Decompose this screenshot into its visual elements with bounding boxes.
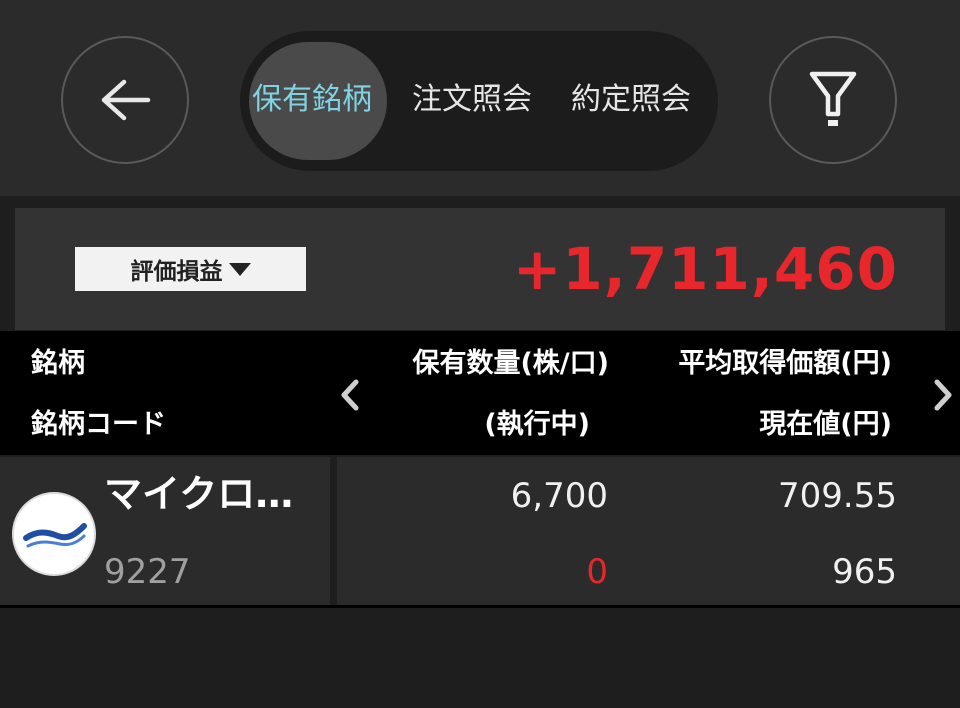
prev-columns-button[interactable]	[335, 375, 365, 415]
company-logo-icon	[12, 492, 96, 576]
arrow-left-icon	[101, 79, 151, 121]
profit-loss-value: +1,711,460	[512, 235, 898, 303]
tab-holdings[interactable]: 保有銘柄	[252, 75, 372, 125]
filter-button[interactable]	[769, 36, 897, 164]
column-header-code: 銘柄コード	[31, 409, 166, 440]
row-divider	[0, 605, 960, 608]
current-price: 965	[832, 552, 897, 592]
column-header-current-price: 現在値(円)	[759, 409, 892, 440]
holding-quantity: 6,700	[510, 476, 608, 516]
stock-name[interactable]: マイクロ…	[104, 470, 293, 518]
profit-loss-selector[interactable]: 評価損益	[75, 247, 306, 291]
tab-execution-inquiry[interactable]: 約定照会	[571, 75, 691, 125]
column-header-executing: (執行中)	[484, 409, 590, 440]
chevron-left-icon	[341, 379, 359, 411]
executing-quantity: 0	[586, 552, 608, 592]
caret-down-icon	[228, 262, 251, 276]
tab-order-inquiry[interactable]: 注文照会	[412, 75, 532, 125]
column-header-avg-price: 平均取得価額(円)	[678, 348, 892, 379]
profit-loss-selector-label: 評価損益	[130, 259, 223, 285]
column-header-name: 銘柄	[31, 348, 85, 379]
column-header-quantity: 保有数量(株/口)	[412, 348, 609, 379]
filter-icon	[809, 71, 857, 126]
chevron-right-icon	[934, 379, 952, 411]
back-button[interactable]	[61, 36, 189, 164]
average-acquisition-price: 709.55	[778, 476, 897, 516]
next-columns-button[interactable]	[928, 375, 958, 415]
stock-code: 9227	[104, 552, 191, 592]
